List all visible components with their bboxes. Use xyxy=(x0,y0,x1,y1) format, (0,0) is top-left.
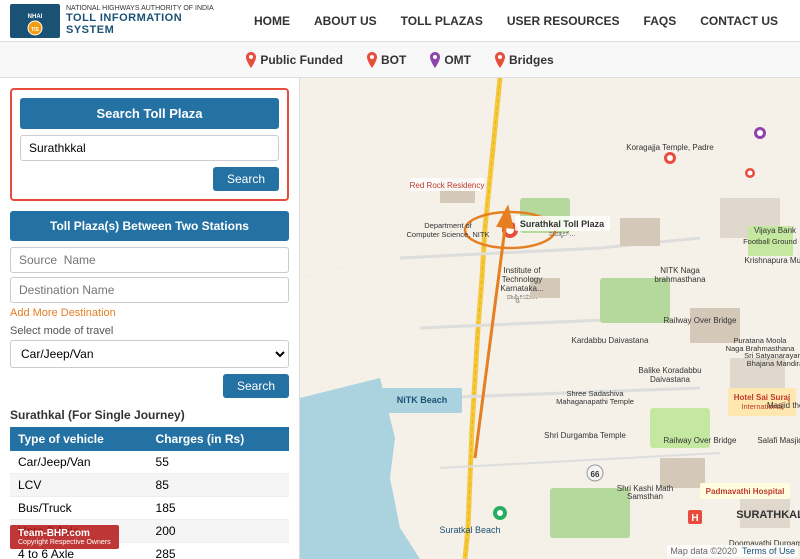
destination-input[interactable] xyxy=(10,277,289,303)
svg-text:Computer Science, NITK: Computer Science, NITK xyxy=(407,230,490,239)
map-terms[interactable]: Terms of Use xyxy=(739,545,798,557)
add-destination-link[interactable]: Add More Destination xyxy=(10,307,289,319)
svg-text:SURATHKAL: SURATHKAL xyxy=(736,509,800,521)
table-row: LCV85 xyxy=(10,474,289,497)
watermark: Team-BHP.com Copyright Respective Owners xyxy=(10,525,119,549)
svg-text:Balike Koradabbu: Balike Koradabbu xyxy=(638,366,701,375)
filter-bar: Public Funded BOT OMT Bridges xyxy=(0,42,800,78)
svg-text:TIS: TIS xyxy=(31,27,39,33)
nav-faqs[interactable]: FAQS xyxy=(632,0,689,42)
logo-area: NHAI TIS NATIONAL HIGHWAYS AUTHORITY OF … xyxy=(10,4,230,38)
map-svg: NiTK Beach Surathkal Toll Plaza ಸುರತ್ಕಲ್… xyxy=(300,78,800,559)
nav-contactus[interactable]: CONTACT US xyxy=(688,0,790,42)
pin-icon-bot xyxy=(367,52,377,68)
search-button-1[interactable]: Search xyxy=(213,167,279,191)
filter-omt-label: OMT xyxy=(444,53,471,67)
filter-bridges-label: Bridges xyxy=(509,53,554,67)
svg-text:NiTK Beach: NiTK Beach xyxy=(397,395,448,405)
table-row: Bus/Truck185 xyxy=(10,497,289,520)
filter-bot[interactable]: BOT xyxy=(367,52,406,68)
svg-text:Daivastana: Daivastana xyxy=(650,375,691,384)
mode-label: Select mode of travel xyxy=(10,325,289,337)
svg-text:Technology: Technology xyxy=(502,275,542,284)
nav-tollplazas[interactable]: TOLL PLAZAS xyxy=(389,0,495,42)
main-content: Search Toll Plaza Search Toll Plaza(s) B… xyxy=(0,78,800,559)
filter-bot-label: BOT xyxy=(381,53,406,67)
svg-text:Surathkal Toll Plaza: Surathkal Toll Plaza xyxy=(520,219,605,229)
col-vehicle: Type of vehicle xyxy=(10,427,148,451)
svg-text:Vijaya Bank: Vijaya Bank xyxy=(754,226,797,235)
svg-text:ಸುರತ್ಕಲ್...: ಸುರತ್ಕಲ್... xyxy=(549,231,576,239)
table-row: Car/Jeep/Van55 xyxy=(10,451,289,474)
svg-text:Department of: Department of xyxy=(424,221,472,230)
logo-line2: TOLL INFORMATION SYSTEM xyxy=(66,12,230,36)
charge-value: 85 xyxy=(148,474,289,497)
svg-text:Railway Over Bridge: Railway Over Bridge xyxy=(664,436,737,445)
nav-home[interactable]: HOME xyxy=(242,0,302,42)
search-button-2[interactable]: Search xyxy=(223,374,289,398)
vehicle-type: Car/Jeep/Van xyxy=(10,451,148,474)
charge-value: 200 xyxy=(148,520,289,543)
main-nav: HOME ABOUT US TOLL PLAZAS USER RESOURCES… xyxy=(230,0,790,42)
filter-omt[interactable]: OMT xyxy=(430,52,471,68)
watermark-line1: Team-BHP.com xyxy=(18,528,111,539)
vehicle-type: LCV xyxy=(10,474,148,497)
svg-text:Shri Durgamba Temple: Shri Durgamba Temple xyxy=(544,431,626,440)
svg-text:H: H xyxy=(691,513,698,524)
source-input[interactable] xyxy=(10,247,289,273)
search-toll-section: Search Toll Plaza Search xyxy=(10,88,289,201)
nav-about[interactable]: ABOUT US xyxy=(302,0,389,42)
watermark-text: Team-BHP.com Copyright Respective Owners xyxy=(10,525,119,549)
left-panel: Search Toll Plaza Search Toll Plaza(s) B… xyxy=(0,78,300,559)
svg-text:Salafi Masjid: Salafi Masjid xyxy=(757,436,800,445)
charge-value: 55 xyxy=(148,451,289,474)
header: NHAI TIS NATIONAL HIGHWAYS AUTHORITY OF … xyxy=(0,0,800,42)
svg-text:NITK Naga: NITK Naga xyxy=(660,266,700,275)
watermark-line2: Copyright Respective Owners xyxy=(18,539,111,546)
nav-userresources[interactable]: USER RESOURCES xyxy=(495,0,632,42)
svg-text:Padmavathi Hospital: Padmavathi Hospital xyxy=(706,487,785,496)
pin-icon-omt xyxy=(430,52,440,68)
svg-text:Mahaganapathi Temple: Mahaganapathi Temple xyxy=(556,397,634,406)
svg-text:Football Ground: Football Ground xyxy=(743,237,797,246)
svg-text:Naga Brahmasthana: Naga Brahmasthana xyxy=(726,344,796,353)
pin-icon-public xyxy=(246,52,256,68)
two-stations-button[interactable]: Toll Plaza(s) Between Two Stations xyxy=(10,211,289,241)
table-title: Surathkal (For Single Journey) xyxy=(10,408,289,422)
map-attribution: Map data ©2020 xyxy=(667,545,740,557)
toll-search-input[interactable] xyxy=(20,135,279,161)
two-stations-section: Toll Plaza(s) Between Two Stations Add M… xyxy=(10,211,289,398)
svg-text:66: 66 xyxy=(591,470,600,479)
svg-text:NHAI: NHAI xyxy=(28,14,43,20)
logo-text: NATIONAL HIGHWAYS AUTHORITY OF INDIA TOL… xyxy=(66,5,230,37)
svg-text:Suratkal Beach: Suratkal Beach xyxy=(439,525,500,535)
svg-text:Krishnapura Mutt: Krishnapura Mutt xyxy=(745,256,800,265)
svg-text:Institute of: Institute of xyxy=(504,266,542,275)
map-area[interactable]: NiTK Beach Surathkal Toll Plaza ಸುರತ್ಕಲ್… xyxy=(300,78,800,559)
svg-text:ರಾಷ್ಟ್ರೀಯ...: ರಾಷ್ಟ್ರೀಯ... xyxy=(507,292,538,302)
svg-text:brahmasthana: brahmasthana xyxy=(654,275,706,284)
svg-text:Bhajana Mandira: Bhajana Mandira xyxy=(747,359,800,368)
svg-text:Kardabbu Daivastana: Kardabbu Daivastana xyxy=(572,336,649,345)
svg-text:Samsthan: Samsthan xyxy=(627,492,663,501)
charge-value: 285 xyxy=(148,543,289,559)
col-charges: Charges (in Rs) xyxy=(148,427,289,451)
filter-public-funded-label: Public Funded xyxy=(260,53,343,67)
svg-text:Koragajja Temple, Padre: Koragajja Temple, Padre xyxy=(626,143,714,152)
svg-text:Masjid thoil: Masjid thoil xyxy=(767,401,800,410)
filter-public-funded[interactable]: Public Funded xyxy=(246,52,343,68)
logo-icon: NHAI TIS xyxy=(10,4,60,38)
svg-text:Red Rock Residency: Red Rock Residency xyxy=(410,181,485,190)
charge-value: 185 xyxy=(148,497,289,520)
svg-text:Railway Over Bridge: Railway Over Bridge xyxy=(664,316,737,325)
filter-bridges[interactable]: Bridges xyxy=(495,52,554,68)
logo-line1: NATIONAL HIGHWAYS AUTHORITY OF INDIA xyxy=(66,5,230,13)
vehicle-type: Bus/Truck xyxy=(10,497,148,520)
mode-select[interactable]: Car/Jeep/Van LCV Bus/Truck Upto 3 Axle 4… xyxy=(10,340,289,368)
pin-icon-bridges xyxy=(495,52,505,68)
search-toll-plaza-button[interactable]: Search Toll Plaza xyxy=(20,98,279,129)
